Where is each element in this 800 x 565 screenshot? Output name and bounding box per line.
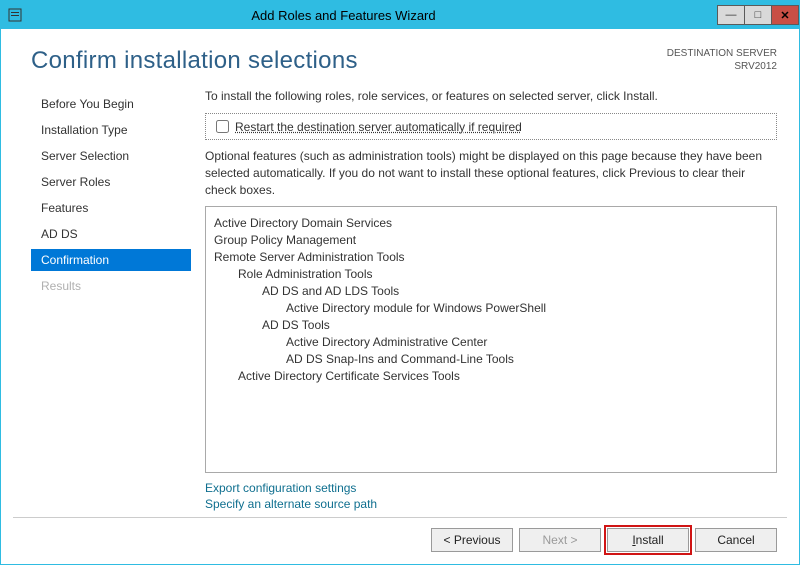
step-item[interactable]: Installation Type bbox=[31, 119, 191, 141]
window-title: Add Roles and Features Wizard bbox=[0, 8, 718, 23]
close-button[interactable]: ✕ bbox=[771, 5, 799, 25]
feature-item: Role Administration Tools bbox=[210, 267, 772, 281]
features-listbox[interactable]: Active Directory Domain Services Group Po… bbox=[205, 206, 777, 473]
previous-button[interactable]: < Previous bbox=[431, 528, 513, 552]
links-block: Export configuration settings Specify an… bbox=[205, 473, 777, 517]
intro-text: To install the following roles, role ser… bbox=[205, 89, 777, 103]
feature-item: AD DS Tools bbox=[210, 318, 772, 332]
wizard-body: Before You Begin Installation Type Server … bbox=[13, 89, 787, 517]
step-item[interactable]: Server Selection bbox=[31, 145, 191, 167]
feature-item: Active Directory module for Windows Powe… bbox=[210, 301, 772, 315]
wizard-content: Confirm installation selections DESTINAT… bbox=[1, 29, 799, 564]
export-config-link[interactable]: Export configuration settings bbox=[205, 481, 777, 495]
feature-item: Group Policy Management bbox=[210, 233, 772, 247]
restart-checkbox[interactable] bbox=[216, 120, 229, 133]
step-item[interactable]: Confirmation bbox=[31, 249, 191, 271]
optional-text: Optional features (such as administratio… bbox=[205, 148, 777, 198]
feature-item: Active Directory Certificate Services To… bbox=[210, 369, 772, 383]
feature-item: Active Directory Domain Services bbox=[210, 216, 772, 230]
maximize-button[interactable]: □ bbox=[744, 5, 772, 25]
feature-item: AD DS and AD LDS Tools bbox=[210, 284, 772, 298]
main-panel: To install the following roles, role ser… bbox=[191, 89, 777, 517]
destination-block: DESTINATION SERVER SRV2012 bbox=[667, 47, 777, 73]
cancel-button[interactable]: Cancel bbox=[695, 528, 777, 552]
step-item[interactable]: Server Roles bbox=[31, 171, 191, 193]
restart-row: Restart the destination server automatic… bbox=[205, 113, 777, 140]
steps-sidebar: Before You Begin Installation Type Server … bbox=[31, 89, 191, 517]
destination-label: DESTINATION SERVER bbox=[667, 47, 777, 60]
header-row: Confirm installation selections DESTINAT… bbox=[13, 39, 787, 89]
install-button[interactable]: Install bbox=[607, 528, 689, 552]
page-title: Confirm installation selections bbox=[31, 47, 358, 75]
alternate-source-link[interactable]: Specify an alternate source path bbox=[205, 497, 777, 511]
step-item[interactable]: Before You Begin bbox=[31, 93, 191, 115]
step-item: Results bbox=[31, 275, 191, 297]
window-controls: — □ ✕ bbox=[718, 5, 799, 25]
step-item[interactable]: Features bbox=[31, 197, 191, 219]
feature-item: Remote Server Administration Tools bbox=[210, 250, 772, 264]
feature-item: AD DS Snap-Ins and Command-Line Tools bbox=[210, 352, 772, 366]
title-bar: Add Roles and Features Wizard — □ ✕ bbox=[1, 1, 799, 29]
wizard-footer: < Previous Next > Install Cancel bbox=[13, 517, 787, 556]
step-item[interactable]: AD DS bbox=[31, 223, 191, 245]
restart-label[interactable]: Restart the destination server automatic… bbox=[235, 120, 522, 134]
feature-item: Active Directory Administrative Center bbox=[210, 335, 772, 349]
minimize-button[interactable]: — bbox=[717, 5, 745, 25]
destination-server: SRV2012 bbox=[667, 60, 777, 73]
next-button: Next > bbox=[519, 528, 601, 552]
